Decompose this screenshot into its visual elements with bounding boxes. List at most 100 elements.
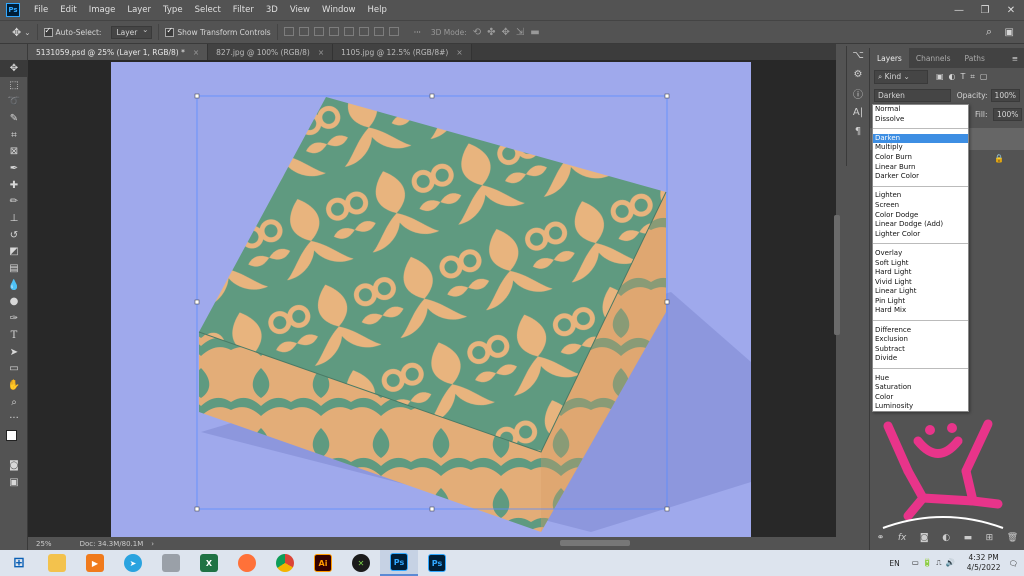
telegram-icon[interactable]: ➤ <box>114 550 152 576</box>
tray-icons[interactable]: ▭🔋⎍🔊 <box>912 558 959 568</box>
minimize-icon[interactable]: — <box>946 0 972 20</box>
firefox-icon[interactable] <box>228 550 266 576</box>
fill-input[interactable]: 100% <box>992 108 1023 121</box>
brush-tool-icon[interactable]: ✏ <box>0 194 28 211</box>
move-tool-icon[interactable]: ✥ <box>0 60 28 77</box>
zoom-tool-icon[interactable]: ⌕ <box>0 394 28 411</box>
document-canvas[interactable] <box>111 62 751 537</box>
zoom-level[interactable]: 25% <box>28 540 60 548</box>
tab-paths[interactable]: Paths <box>958 48 992 68</box>
blend-option[interactable]: Normal <box>873 105 968 115</box>
blend-option[interactable]: Color Burn <box>873 153 968 163</box>
character-panel-icon[interactable]: A| <box>847 103 869 122</box>
frame-tool-icon[interactable]: ⊠ <box>0 143 28 160</box>
properties-panel-icon[interactable]: ⚙ <box>847 65 869 84</box>
menu-edit[interactable]: Edit <box>54 5 82 15</box>
panel-menu-icon[interactable]: ≡ <box>1012 54 1018 63</box>
menu-type[interactable]: Type <box>157 5 189 15</box>
stamp-tool-icon[interactable]: ⊥ <box>0 210 28 227</box>
blend-option[interactable]: Multiply <box>873 143 968 153</box>
dodge-tool-icon[interactable]: ● <box>0 294 28 311</box>
blend-option[interactable]: Linear Dodge (Add) <box>873 220 968 230</box>
new-layer-icon[interactable]: ⊞ <box>986 533 994 543</box>
blend-option[interactable]: Divide <box>873 354 968 364</box>
blend-option[interactable]: Hue <box>873 374 968 384</box>
tab-channels[interactable]: Channels <box>909 48 958 68</box>
notification-icon[interactable]: 🗨 <box>1008 559 1018 568</box>
menu-select[interactable]: Select <box>189 5 227 15</box>
layer-style-icon[interactable]: fx <box>898 533 907 543</box>
blend-option[interactable]: Screen <box>873 201 968 211</box>
blend-option[interactable]: Color <box>873 393 968 403</box>
blend-option[interactable]: Subtract <box>873 345 968 355</box>
file-explorer-icon[interactable] <box>38 550 76 576</box>
blend-option[interactable]: Darken <box>873 133 968 144</box>
search-icon[interactable]: ⌕ <box>986 25 992 39</box>
blend-option[interactable]: Linear Burn <box>873 163 968 173</box>
language-indicator[interactable]: EN <box>889 559 899 568</box>
tool-preset-chevron-icon[interactable]: ⌄ <box>24 28 30 37</box>
blend-option[interactable]: Overlay <box>873 249 968 259</box>
blend-option[interactable]: Dissolve <box>873 115 968 125</box>
status-arrow-icon[interactable]: › <box>151 540 154 548</box>
tab-layers[interactable]: Layers <box>870 48 909 68</box>
menu-help[interactable]: Help <box>362 5 393 15</box>
shape-tool-icon[interactable]: ▭ <box>0 360 28 377</box>
illustrator-icon[interactable]: Ai <box>304 550 342 576</box>
hand-tool-icon[interactable]: ✋ <box>0 377 28 394</box>
new-group-icon[interactable]: ▬ <box>964 533 973 543</box>
menu-filter[interactable]: Filter <box>227 5 260 15</box>
blend-option[interactable]: Color Dodge <box>873 211 968 221</box>
blend-option[interactable]: Vivid Light <box>873 278 968 288</box>
start-icon[interactable]: ⊞ <box>0 550 38 576</box>
align-buttons[interactable] <box>283 26 404 38</box>
chrome-icon[interactable] <box>266 550 304 576</box>
blend-option[interactable]: Linear Light <box>873 287 968 297</box>
foreground-color-swatch[interactable] <box>6 430 17 442</box>
adjustment-layer-icon[interactable]: ◐ <box>942 533 950 543</box>
show-transform-checkbox[interactable] <box>165 26 175 37</box>
menu-image[interactable]: Image <box>83 5 122 15</box>
healing-tool-icon[interactable]: ✚ <box>0 177 28 194</box>
add-mask-icon[interactable]: ◙ <box>920 533 929 543</box>
vertical-scrollbar[interactable] <box>834 215 840 335</box>
blend-mode-dropdown[interactable]: Darken <box>874 88 951 102</box>
menu-window[interactable]: Window <box>316 5 362 15</box>
blend-option[interactable]: Hard Light <box>873 268 968 278</box>
blend-option[interactable]: Lighten <box>873 191 968 201</box>
paragraph-panel-icon[interactable]: ¶ <box>847 122 869 141</box>
delete-layer-icon[interactable]: 🗑 <box>1007 533 1018 543</box>
excel-icon[interactable]: X <box>190 550 228 576</box>
gradient-tool-icon[interactable]: ▤ <box>0 260 28 277</box>
more-options-icon[interactable]: ··· <box>414 28 421 37</box>
media-player-icon[interactable]: ▶ <box>76 550 114 576</box>
blur-tool-icon[interactable]: 💧 <box>0 277 28 294</box>
filter-icons[interactable]: ▣◐T⌗▢ <box>936 72 993 82</box>
clock[interactable]: 4:32 PM 4/5/2022 <box>967 553 1001 573</box>
calculator-icon[interactable] <box>152 550 190 576</box>
history-panel-icon[interactable]: ⌥ <box>847 46 869 65</box>
move-tool-icon[interactable]: ✥ <box>12 26 21 39</box>
info-panel-icon[interactable]: ⓘ <box>847 84 869 103</box>
photoshop-taskbar-icon-2[interactable]: Ps <box>418 550 456 576</box>
blend-option[interactable]: Luminosity <box>873 402 968 412</box>
eraser-tool-icon[interactable]: ◩ <box>0 244 28 261</box>
type-tool-icon[interactable]: T <box>0 327 28 344</box>
eyedropper-tool-icon[interactable]: ✒ <box>0 160 28 177</box>
tab-document-1[interactable]: 5131059.psd @ 25% (Layer 1, RGB/8) * × <box>28 44 209 60</box>
swap-colors-icon[interactable] <box>0 427 28 457</box>
xbox-icon[interactable]: ✕ <box>342 550 380 576</box>
blend-option[interactable]: Exclusion <box>873 335 968 345</box>
auto-select-dropdown[interactable]: Layer <box>111 25 153 39</box>
filter-kind-dropdown[interactable]: ⌕ Kind ⌄ <box>874 70 928 84</box>
workspace-icon[interactable]: ▣ <box>1005 27 1014 38</box>
photoshop-taskbar-icon[interactable]: Ps <box>380 550 418 576</box>
blend-option[interactable]: Saturation <box>873 383 968 393</box>
pen-tool-icon[interactable]: ✑ <box>0 310 28 327</box>
maximize-icon[interactable]: ❐ <box>972 0 998 20</box>
blend-option[interactable]: Darker Color <box>873 172 968 182</box>
history-brush-icon[interactable]: ↺ <box>0 227 28 244</box>
edit-toolbar-icon[interactable]: ··· <box>0 410 28 427</box>
tab-document-2[interactable]: 827.jpg @ 100% (RGB/8) × <box>208 44 334 60</box>
menu-3d[interactable]: 3D <box>260 5 284 15</box>
